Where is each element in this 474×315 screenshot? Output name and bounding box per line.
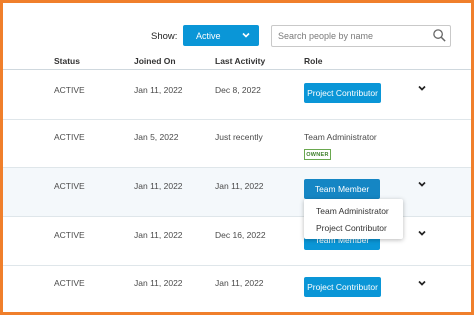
last-activity-cell: Dec 16, 2022: [215, 230, 266, 240]
search-icon[interactable]: [432, 28, 447, 43]
role-option-project-contributor[interactable]: Project Contributor: [316, 223, 387, 233]
chevron-down-icon[interactable]: [417, 179, 427, 189]
table-header: Status Joined On Last Activity Role: [3, 50, 471, 70]
role-option-team-administrator[interactable]: Team Administrator: [316, 206, 389, 216]
chevron-down-icon[interactable]: [417, 278, 427, 288]
table-row: ACTIVE Jan 11, 2022 Jan 11, 2022 Project…: [3, 266, 471, 312]
role-text: Team Administrator: [304, 132, 377, 142]
header-joined-on[interactable]: Joined On: [134, 56, 176, 66]
search-input[interactable]: [278, 29, 428, 43]
status-cell: ACTIVE: [54, 278, 85, 288]
last-activity-cell: Jan 11, 2022: [215, 278, 264, 288]
joined-cell: Jan 11, 2022: [134, 278, 183, 288]
chevron-down-icon: [242, 32, 250, 38]
status-cell: ACTIVE: [54, 230, 85, 240]
last-activity-cell: Just recently: [215, 132, 263, 142]
last-activity-cell: Dec 8, 2022: [215, 85, 261, 95]
role-button[interactable]: Team Member: [304, 179, 380, 199]
joined-cell: Jan 11, 2022: [134, 230, 183, 240]
last-activity-cell: Jan 11, 2022: [215, 181, 264, 191]
search-box: [271, 25, 451, 47]
joined-cell: Jan 5, 2022: [134, 132, 179, 142]
header-status[interactable]: Status: [54, 56, 80, 66]
role-button[interactable]: Project Contributor: [304, 277, 381, 297]
owner-badge: OWNER: [304, 149, 331, 160]
header-role[interactable]: Role: [304, 56, 322, 66]
status-filter-value: Active: [196, 30, 221, 41]
chevron-down-icon[interactable]: [417, 228, 427, 238]
table-row: ACTIVE Jan 5, 2022 Just recently Team Ad…: [3, 120, 471, 168]
header-last-activity[interactable]: Last Activity: [215, 56, 265, 66]
status-cell: ACTIVE: [54, 132, 85, 142]
joined-cell: Jan 11, 2022: [134, 181, 183, 191]
table-row: ACTIVE Jan 11, 2022 Dec 8, 2022 Project …: [3, 71, 471, 120]
status-cell: ACTIVE: [54, 85, 85, 95]
joined-cell: Jan 11, 2022: [134, 85, 183, 95]
chevron-down-icon[interactable]: [417, 83, 427, 93]
role-button[interactable]: Project Contributor: [304, 83, 381, 103]
role-dropdown-menu: Team Administrator Project Contributor: [304, 199, 403, 239]
status-cell: ACTIVE: [54, 181, 85, 191]
show-label: Show:: [151, 31, 178, 42]
status-filter-select[interactable]: Active: [183, 25, 259, 46]
